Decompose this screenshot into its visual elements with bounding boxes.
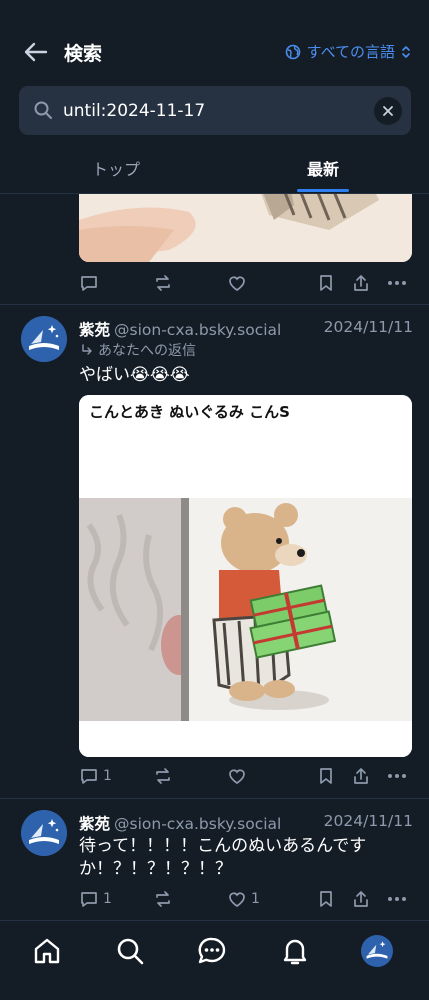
search-input[interactable] — [63, 94, 363, 127]
language-label: すべての言語 — [306, 43, 395, 61]
image-caption: こんとあき ぬいぐるみ こんS — [89, 403, 290, 421]
avatar[interactable] — [21, 810, 67, 856]
search-icon — [34, 101, 52, 119]
post-divider — [0, 798, 429, 799]
display-name: 紫苑 — [79, 321, 111, 339]
bookmark-icon — [320, 275, 332, 291]
more-button[interactable] — [386, 273, 408, 293]
reply-icon — [81, 892, 97, 907]
reply-button[interactable]: 1 — [79, 766, 112, 786]
share-button[interactable] — [351, 766, 371, 786]
globe-icon — [285, 44, 300, 59]
more-button[interactable] — [386, 889, 408, 909]
share-icon — [354, 275, 368, 291]
more-dots-icon — [388, 281, 406, 285]
reply-button[interactable]: 1 — [79, 889, 112, 909]
reply-hint: あなたへの返信 — [80, 340, 196, 360]
chat-icon — [198, 937, 226, 964]
bottom-nav — [0, 920, 429, 1000]
close-icon — [383, 106, 393, 116]
share-button[interactable] — [351, 889, 371, 909]
post-image[interactable]: こんとあき ぬいぐるみ こんS — [79, 395, 412, 757]
nav-profile-button[interactable] — [361, 935, 393, 967]
repost-icon — [156, 275, 170, 291]
reply-count: 1 — [103, 768, 112, 784]
like-button[interactable]: 1 — [227, 889, 260, 909]
post-date: 2024/11/11 — [323, 812, 413, 830]
post-author[interactable]: 紫苑 @sion-cxa.bsky.social — [79, 318, 281, 340]
profile-avatar — [361, 935, 393, 967]
clear-search-button[interactable] — [374, 97, 402, 125]
share-icon — [354, 891, 368, 907]
more-dots-icon — [388, 774, 406, 778]
search-icon — [117, 938, 144, 965]
tab-top[interactable]: トップ — [92, 156, 140, 180]
post-actions: 1 — [79, 766, 413, 790]
bookmark-button[interactable] — [316, 273, 336, 293]
heart-icon — [229, 276, 245, 291]
nav-notifications-button[interactable] — [279, 935, 311, 967]
reply-arrow-icon — [82, 344, 92, 355]
post-divider — [0, 304, 429, 305]
like-button[interactable] — [227, 766, 247, 786]
reply-icon — [81, 276, 97, 291]
repost-button[interactable] — [153, 273, 173, 293]
nav-chat-button[interactable] — [196, 935, 228, 967]
share-button[interactable] — [351, 273, 371, 293]
heart-icon — [229, 769, 245, 784]
bookmark-button[interactable] — [316, 766, 336, 786]
handle: @sion-cxa.bsky.social — [114, 815, 282, 833]
repost-icon — [156, 891, 170, 907]
page-title: 検索 — [64, 43, 103, 65]
post-author[interactable]: 紫苑 @sion-cxa.bsky.social — [79, 812, 281, 834]
post-date: 2024/11/11 — [323, 318, 413, 336]
reply-button[interactable] — [79, 273, 99, 293]
tab-latest[interactable]: 最新 — [307, 156, 339, 180]
previous-post-actions — [79, 273, 413, 297]
reply-count: 1 — [103, 891, 112, 907]
chevron-up-down-icon — [402, 45, 410, 58]
language-select[interactable]: すべての言語 — [285, 41, 411, 62]
search-header: 検索 すべての言語 トップ 最新 — [0, 0, 429, 194]
like-button[interactable] — [227, 273, 247, 293]
heart-icon — [229, 892, 245, 907]
post-text: 待って！！！！こんのぬいあるんですか！？！？！？！？ — [79, 836, 367, 879]
like-count: 1 — [251, 891, 260, 907]
reply-icon — [81, 769, 97, 784]
more-dots-icon — [388, 897, 406, 901]
bookmark-button[interactable] — [316, 889, 336, 909]
bell-icon — [283, 939, 307, 965]
share-icon — [354, 768, 368, 784]
home-icon — [34, 938, 60, 964]
bookmark-icon — [320, 891, 332, 907]
repost-icon — [156, 768, 170, 784]
reply-hint-label: あなたへの返信 — [98, 343, 196, 359]
back-arrow-icon — [24, 42, 48, 62]
bookmark-icon — [320, 768, 332, 784]
nav-home-button[interactable] — [31, 935, 63, 967]
post-text: やばい😭😭😭 — [79, 365, 190, 385]
search-bar — [19, 86, 411, 135]
display-name: 紫苑 — [79, 815, 111, 833]
handle: @sion-cxa.bsky.social — [114, 321, 282, 339]
avatar[interactable] — [21, 316, 67, 362]
nav-search-button[interactable] — [114, 935, 146, 967]
repost-button[interactable] — [153, 766, 173, 786]
back-button[interactable] — [22, 38, 50, 66]
post-actions: 1 1 — [79, 889, 413, 913]
active-tab-indicator — [297, 189, 349, 192]
more-button[interactable] — [386, 766, 408, 786]
repost-button[interactable] — [153, 889, 173, 909]
